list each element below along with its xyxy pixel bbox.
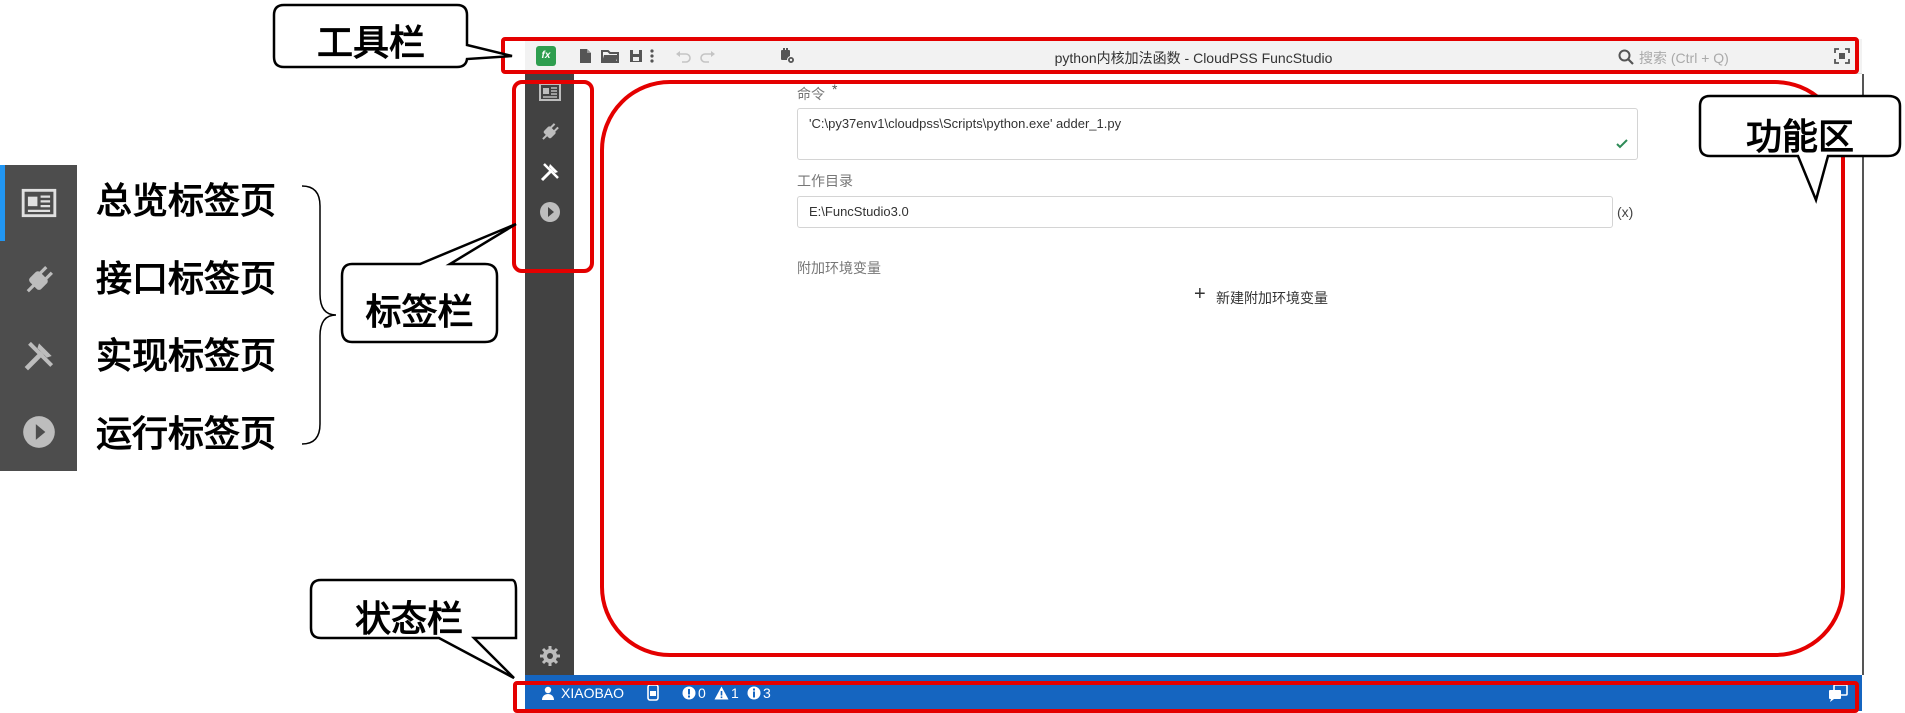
status-bar-highlight: [513, 681, 1859, 713]
status-bar-callout-text: 状态栏: [354, 599, 463, 640]
tab-bar-highlight: [512, 80, 594, 273]
settings-button[interactable]: [538, 644, 562, 668]
brace-icon: [301, 185, 337, 445]
function-area-callout-text: 功能区: [1745, 117, 1854, 158]
active-tab-indicator: [0, 165, 5, 241]
legend-implementation-label: 实现标签页: [96, 336, 277, 377]
legend-implementation-icon: [20, 337, 58, 375]
tab-bar-callout-text: 标签栏: [365, 292, 474, 333]
legend-run-icon: [20, 413, 58, 451]
function-area-highlight: [600, 80, 1845, 657]
legend-run-label: 运行标签页: [96, 414, 277, 455]
toolbar-callout-text: 工具栏: [316, 23, 425, 64]
toolbar-highlight: [501, 37, 1859, 74]
legend-interface-icon: [20, 261, 58, 299]
gear-icon: [540, 646, 560, 666]
legend-interface-label: 接口标签页: [96, 259, 277, 300]
legend-overview-icon: [20, 184, 58, 222]
tab-icon-legend: [0, 165, 77, 471]
legend-overview-label: 总览标签页: [96, 181, 277, 222]
